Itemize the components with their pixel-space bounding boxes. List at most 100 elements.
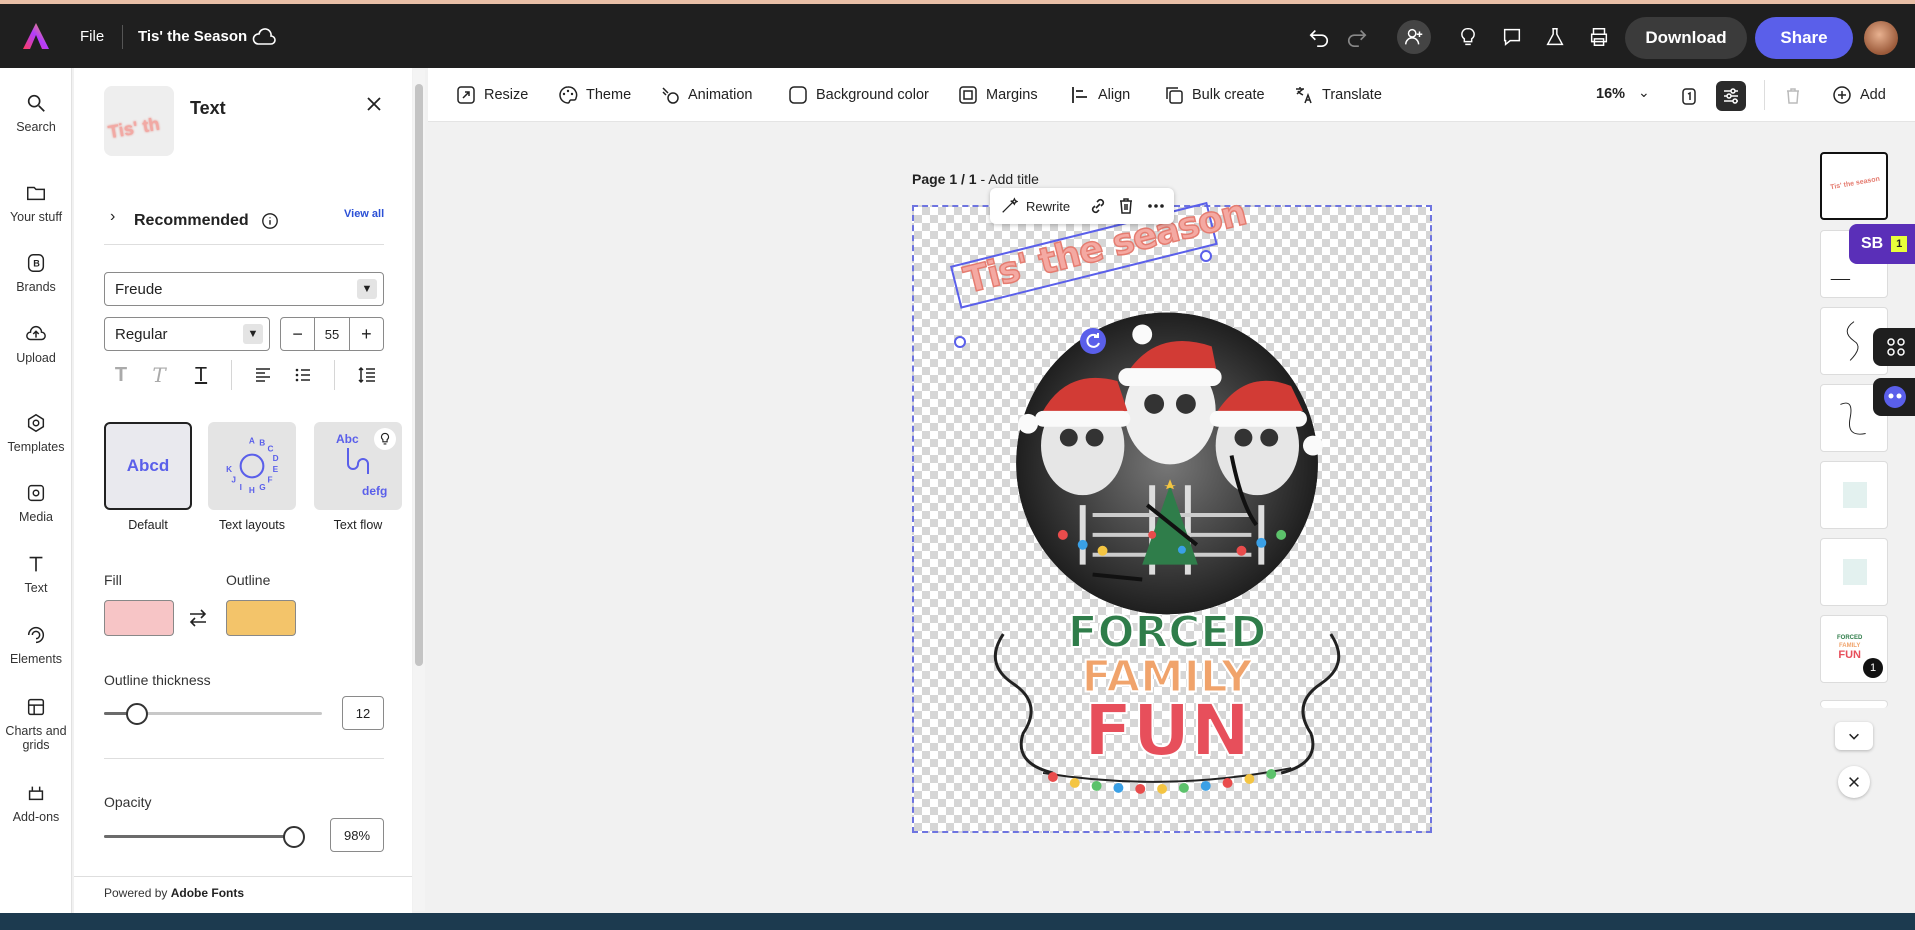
add-title-link[interactable]: - Add title xyxy=(977,171,1038,187)
sb-count: 1 xyxy=(1891,236,1908,252)
bold-icon[interactable]: T xyxy=(108,362,134,388)
rewrite-button[interactable]: Rewrite xyxy=(1000,197,1070,215)
zoom-level[interactable]: 16% xyxy=(1596,86,1625,102)
redo-icon[interactable] xyxy=(1344,24,1370,50)
tool-background-color[interactable]: Background color xyxy=(788,85,929,105)
powered-brand[interactable]: Adobe Fonts xyxy=(171,886,244,900)
rail-text[interactable]: Text xyxy=(0,553,72,595)
rail-elements[interactable]: Elements xyxy=(0,624,72,666)
tool-resize[interactable]: Resize xyxy=(456,85,528,105)
add-page-button[interactable]: Add xyxy=(1832,85,1886,105)
lightbulb-icon[interactable] xyxy=(374,428,396,450)
rail-media[interactable]: Media xyxy=(0,482,72,524)
slider-knob[interactable] xyxy=(126,703,148,725)
resize-handle[interactable] xyxy=(1200,250,1212,262)
avatar[interactable] xyxy=(1864,21,1898,55)
rail-charts[interactable]: Charts and grids xyxy=(0,696,72,752)
tool-label: Align xyxy=(1098,87,1131,103)
page-thumbnail[interactable]: FORCED FAMILY FUN 1 xyxy=(1820,615,1888,683)
layout-icon[interactable] xyxy=(1716,81,1746,111)
chevron-right-icon[interactable]: › xyxy=(110,208,115,226)
tool-align[interactable]: Align xyxy=(1070,85,1130,105)
delete-page-icon[interactable] xyxy=(1778,81,1808,111)
trash-icon[interactable] xyxy=(1116,196,1136,216)
document-title[interactable]: Tis' the Season xyxy=(138,28,247,45)
list-icon[interactable] xyxy=(290,362,316,388)
page-thumbnail[interactable]: Tis' the season xyxy=(1820,152,1888,220)
search-icon xyxy=(27,94,45,112)
font-weight-value: Regular xyxy=(115,325,168,343)
fill-color-swatch[interactable] xyxy=(104,600,174,636)
page-thumbnail[interactable] xyxy=(1820,538,1888,606)
comment-icon[interactable] xyxy=(1499,24,1525,50)
align-left-icon[interactable] xyxy=(250,362,276,388)
tool-animation[interactable]: Animation xyxy=(660,85,752,105)
chevron-down-icon[interactable]: ⌄ xyxy=(1638,84,1650,101)
recommended-section[interactable]: Recommended xyxy=(134,212,279,230)
rail-brands[interactable]: B Brands xyxy=(0,252,72,294)
swap-colors-icon[interactable] xyxy=(186,606,210,630)
svg-text:K: K xyxy=(226,465,232,474)
lightbulb-icon[interactable] xyxy=(1455,24,1481,50)
page-thumbnail[interactable] xyxy=(1820,461,1888,529)
outline-thickness-value[interactable]: 12 xyxy=(342,696,384,730)
style-text-flow-card[interactable]: Abc defg xyxy=(314,422,402,510)
tool-translate[interactable]: Translate xyxy=(1294,85,1382,105)
rail-your-stuff[interactable]: Your stuff xyxy=(0,182,72,224)
more-icon[interactable] xyxy=(1146,196,1166,216)
rail-addons[interactable]: Add-ons xyxy=(0,782,72,824)
link-icon[interactable] xyxy=(1088,196,1108,216)
text-preview-thumbnail: Tis' th xyxy=(104,86,174,156)
rotate-handle[interactable] xyxy=(1080,328,1106,354)
view-all-link[interactable]: View all xyxy=(344,208,384,220)
tool-margins[interactable]: Margins xyxy=(958,85,1038,105)
slider-knob[interactable] xyxy=(283,826,305,848)
decrease-size-button[interactable]: − xyxy=(281,324,314,345)
tool-theme[interactable]: Theme xyxy=(558,85,631,105)
underline-icon[interactable]: T xyxy=(188,362,214,388)
page-thumbnail[interactable] xyxy=(1820,700,1888,708)
font-size-value[interactable]: 55 xyxy=(314,318,350,350)
download-button[interactable]: Download xyxy=(1625,17,1747,59)
extension-grid-icon[interactable] xyxy=(1873,328,1915,366)
pages-collapse-button[interactable] xyxy=(1835,722,1873,750)
sb-extension-badge[interactable]: SB 1 xyxy=(1849,224,1915,264)
tool-label: Animation xyxy=(688,87,753,103)
close-pages-button[interactable] xyxy=(1838,766,1870,798)
cloud-icon[interactable] xyxy=(252,28,276,46)
extension-bot-icon[interactable] xyxy=(1873,378,1915,416)
share-button[interactable]: Share xyxy=(1755,17,1853,59)
info-icon[interactable] xyxy=(261,212,279,230)
text-panel: Tis' th Text › Recommended View all Freu… xyxy=(74,68,412,913)
panel-scrollbar[interactable] xyxy=(413,70,425,911)
rail-templates[interactable]: Templates xyxy=(0,412,72,454)
flask-icon[interactable] xyxy=(1542,24,1568,50)
style-default-card[interactable]: Abcd xyxy=(104,422,192,510)
page-label[interactable]: Page 1 / 1 - Add title xyxy=(912,171,1039,187)
font-weight-select[interactable]: Regular ▼ xyxy=(104,317,270,351)
undo-icon[interactable] xyxy=(1306,24,1332,50)
increase-size-button[interactable]: + xyxy=(350,324,383,345)
scrollbar-thumb[interactable] xyxy=(415,84,423,666)
rail-upload[interactable]: Upload xyxy=(0,323,72,365)
art-text-fun: FUN xyxy=(1084,689,1251,772)
italic-icon[interactable]: T xyxy=(146,362,172,388)
floating-text-toolbar: Rewrite xyxy=(990,188,1174,224)
style-text-layouts-card[interactable]: ABCD EFGH IJK xyxy=(208,422,296,510)
file-menu[interactable]: File xyxy=(80,28,104,45)
tool-bulk-create[interactable]: Bulk create xyxy=(1164,85,1265,105)
close-icon[interactable] xyxy=(364,94,384,114)
page-badge: 1 xyxy=(1863,658,1883,678)
media-icon xyxy=(27,484,45,502)
resize-handle[interactable] xyxy=(954,336,966,348)
line-spacing-icon[interactable] xyxy=(354,362,380,388)
page-count-icon[interactable] xyxy=(1674,81,1704,111)
brand-icon: B xyxy=(27,254,45,272)
outline-color-swatch[interactable] xyxy=(226,600,296,636)
font-family-select[interactable]: Freude ▼ xyxy=(104,272,384,306)
print-icon[interactable] xyxy=(1586,24,1612,50)
rail-search[interactable]: Search xyxy=(0,92,72,134)
adobe-express-logo-icon[interactable] xyxy=(22,22,50,50)
opacity-value[interactable]: 98% xyxy=(330,818,384,852)
invite-user-icon[interactable] xyxy=(1397,20,1431,54)
